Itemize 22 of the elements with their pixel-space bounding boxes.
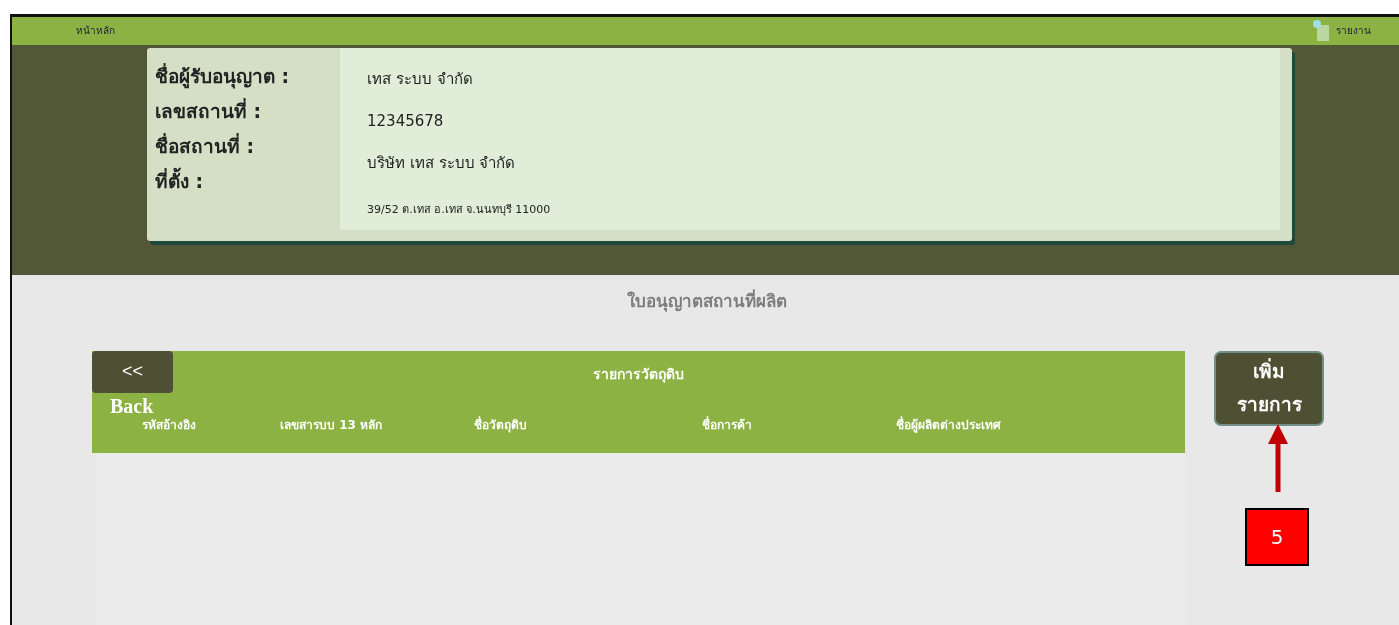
back-button[interactable]: << xyxy=(92,351,173,393)
annotation-arrow xyxy=(1267,424,1289,494)
column-header: รหัสอ้างอิง xyxy=(142,417,197,434)
field-value: 12345678 xyxy=(367,110,445,132)
field-label: ชื่อสถานที่ : xyxy=(155,132,256,159)
add-item-button[interactable]: เพิ่ม รายการ xyxy=(1214,351,1324,426)
field-value: 39/52 ต.เทส อ.เทส จ.นนทบุรี 11000 xyxy=(367,201,552,218)
field-label: ชื่อผู้รับอนุญาต : xyxy=(155,62,291,91)
column-header: ชื่อผู้ผลิตต่างประเทศ xyxy=(896,415,1002,434)
step-number: 5 xyxy=(1245,508,1309,566)
page-title: ใบอนุญาตสถานที่ผลิต xyxy=(626,291,787,312)
column-header: ชื่อวัตถุดิบ xyxy=(474,415,528,434)
report-link[interactable]: รายงาน xyxy=(1312,18,1371,43)
field-value: บริษัท เทส ระบบ จำกัด xyxy=(367,152,517,174)
home-link[interactable]: หน้าหลัก xyxy=(76,23,115,39)
field-value: เทส ระบบ จำกัด xyxy=(367,68,474,90)
field-label: เลขสถานที่ : xyxy=(155,97,263,124)
column-header: ชื่อการค้า xyxy=(702,415,753,434)
field-label: ที่ตั้ง : xyxy=(155,166,205,194)
document-icon xyxy=(1312,18,1332,43)
table-title: รายการวัตถุดิบ xyxy=(593,365,684,385)
column-header: เลขสารบบ 13 หลัก xyxy=(280,417,384,434)
